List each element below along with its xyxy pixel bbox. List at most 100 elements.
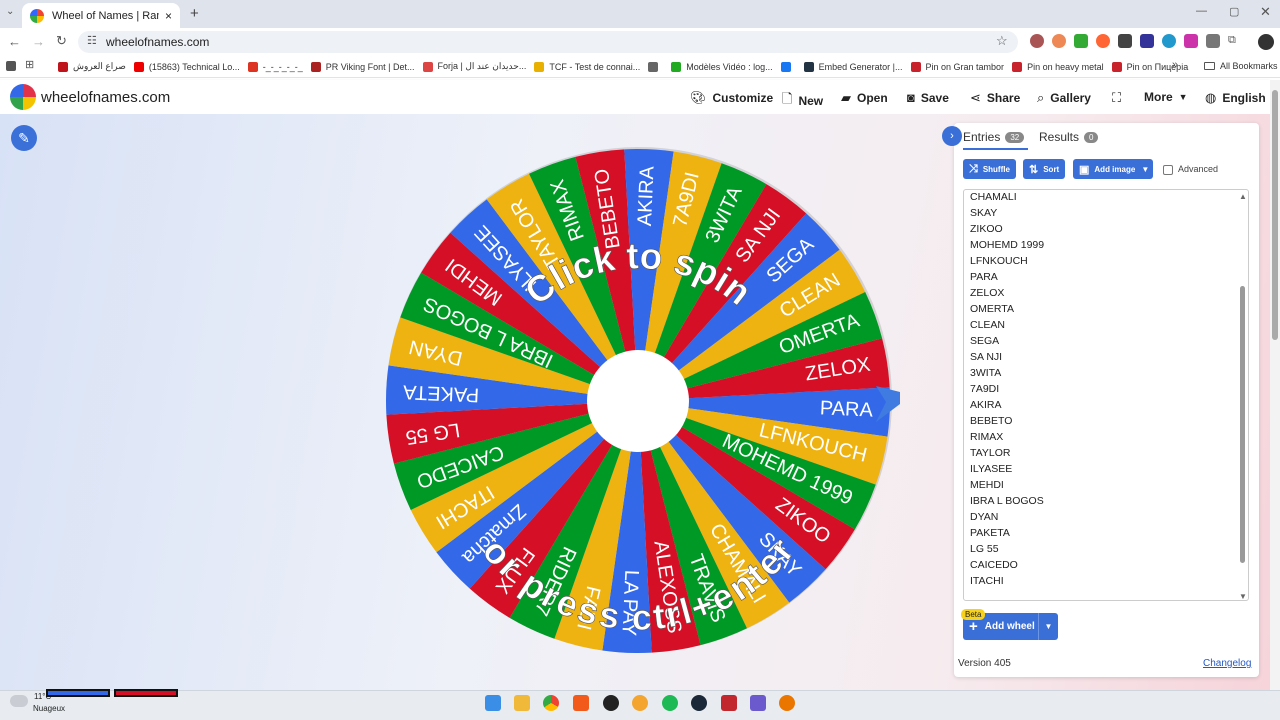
- new-button[interactable]: 🗋 New: [782, 90, 823, 112]
- fullscreen-button[interactable]: ⛶: [1112, 90, 1127, 106]
- taskbar-thumbnail[interactable]: [114, 689, 178, 697]
- bookmark-star-icon[interactable]: ☆: [996, 33, 1008, 49]
- extension-icon[interactable]: [1118, 34, 1132, 48]
- reload-icon[interactable]: ↻: [56, 33, 67, 49]
- extension-icon[interactable]: [1206, 34, 1220, 48]
- tab-close-icon[interactable]: ×: [165, 9, 172, 23]
- steam-icon[interactable]: [691, 695, 707, 711]
- edit-pencil-icon[interactable]: ✎: [11, 125, 37, 151]
- save-button[interactable]: ◙ Save: [907, 90, 949, 105]
- maximize-icon[interactable]: ▢: [1229, 5, 1239, 18]
- scroll-down-icon[interactable]: ▼: [1239, 592, 1247, 601]
- bookmark-item[interactable]: -_-_-_-_-_: [247, 61, 303, 72]
- new-tab-button[interactable]: +: [190, 5, 199, 22]
- entry-line: DYAN: [970, 511, 999, 523]
- collapse-panel-icon[interactable]: ›: [942, 126, 962, 146]
- advanced-label[interactable]: Advanced: [1178, 164, 1218, 174]
- address-bar[interactable]: ☷ wheelofnames.com ☆: [78, 31, 1018, 53]
- extension-icon[interactable]: [1162, 34, 1176, 48]
- browser-tab[interactable]: Wheel of Names | Random nam ×: [22, 3, 180, 28]
- new-file-icon: 🗋: [782, 91, 793, 106]
- app-icon[interactable]: [750, 695, 766, 711]
- bookmark-item[interactable]: [648, 61, 663, 72]
- shuffle-button[interactable]: ⤨ Shuffle: [963, 159, 1016, 179]
- extension-icon[interactable]: [1096, 34, 1110, 48]
- advanced-checkbox[interactable]: [1163, 165, 1173, 175]
- bookmark-item[interactable]: (15863) Technical Lo...: [133, 61, 240, 72]
- tab-entries[interactable]: Entries 32: [963, 130, 1025, 144]
- entry-line: PAKETA: [970, 527, 1010, 539]
- weather-cloud-icon[interactable]: [10, 695, 28, 707]
- bookmark-label: Pin on Пицерia: [1126, 61, 1189, 72]
- minimize-icon[interactable]: —: [1196, 5, 1207, 17]
- chrome-icon[interactable]: [543, 695, 559, 711]
- sort-button[interactable]: ⇅ Sort: [1023, 159, 1066, 179]
- spotify-icon[interactable]: [662, 695, 678, 711]
- changelog-link[interactable]: Changelog: [1203, 658, 1251, 669]
- file-explorer-icon[interactable]: [514, 695, 530, 711]
- bookmark-item[interactable]: PR Viking Font | Det...: [310, 61, 415, 72]
- wheel[interactable]: PARALFNKOUCHMOHEMD 1999ZIKOOSKAYCHAMALIT…: [380, 140, 900, 660]
- entries-textarea[interactable]: CHAMALI SKAY ZIKOO MOHEMD 1999 LFNKOUCH PARA Z…: [963, 189, 1249, 601]
- bookmark-label: Forja | حديدان عند ال...: [437, 61, 527, 71]
- language-label: English: [1222, 91, 1266, 105]
- taskbar-thumbnail[interactable]: [46, 689, 110, 697]
- extension-icon[interactable]: [1030, 34, 1044, 48]
- language-button[interactable]: ◍ English: [1205, 90, 1266, 106]
- avatar[interactable]: [1258, 34, 1274, 50]
- entry-line: ZELOX: [970, 287, 1005, 299]
- page-scrollbar-thumb[interactable]: [1272, 90, 1278, 340]
- extension-icon[interactable]: [1184, 34, 1198, 48]
- bookmark-item[interactable]: Modèles Vidéo : log...: [671, 61, 773, 72]
- brave-icon[interactable]: [573, 695, 589, 711]
- apps-icon[interactable]: [6, 61, 16, 71]
- tab-list-chevron-icon[interactable]: ⌄: [6, 6, 14, 17]
- window-close-icon[interactable]: ✕: [1260, 4, 1271, 20]
- open-button[interactable]: ▰ Open: [841, 90, 888, 106]
- shuffle-label: Shuffle: [982, 164, 1010, 174]
- customize-button[interactable]: 🎨︎ Customize: [690, 90, 773, 106]
- save-icon: ◙: [907, 90, 915, 105]
- address-url: wheelofnames.com: [106, 35, 210, 49]
- bookmark-favicon-icon: [422, 61, 433, 72]
- bookmark-item[interactable]: TCF - Test de connai...: [534, 61, 640, 72]
- forward-icon[interactable]: →: [32, 34, 45, 49]
- bookmark-item[interactable]: صراع العروش: [58, 61, 126, 72]
- entry-line: ILYASEE: [970, 463, 1013, 475]
- extension-icon[interactable]: [1074, 34, 1088, 48]
- puzzle-icon[interactable]: ⧉: [1228, 34, 1242, 48]
- wheel-favicon-icon: [30, 8, 44, 23]
- grid-icon[interactable]: ⊞: [25, 58, 34, 71]
- back-icon[interactable]: ←: [8, 34, 21, 49]
- add-image-button[interactable]: ▣ Add image ▼: [1073, 159, 1153, 179]
- more-bookmarks-icon[interactable]: »: [1172, 59, 1178, 71]
- bookmark-item[interactable]: Embed Generator |...: [803, 61, 903, 72]
- share-label: Share: [986, 91, 1021, 105]
- brand-title[interactable]: wheelofnames.com: [41, 89, 170, 106]
- app-icon[interactable]: [632, 695, 648, 711]
- app-icon[interactable]: [721, 695, 737, 711]
- gallery-button[interactable]: ⌕ Gallery: [1037, 90, 1091, 106]
- bookmark-item[interactable]: Pin on Gran tambor: [910, 61, 1004, 72]
- app-icon[interactable]: [603, 695, 619, 711]
- blender-icon[interactable]: [779, 695, 795, 711]
- bookmark-favicon-icon: [648, 61, 659, 72]
- bookmark-item[interactable]: Pin on heavy metal: [1012, 61, 1104, 72]
- add-wheel-dropdown-icon[interactable]: ▼: [1038, 613, 1058, 640]
- share-button[interactable]: ⋖ Share: [970, 90, 1020, 106]
- site-info-icon[interactable]: ☷: [87, 34, 97, 47]
- more-button[interactable]: More ▼: [1144, 90, 1188, 104]
- tab-results[interactable]: Results 0: [1039, 130, 1099, 144]
- entries-scrollbar-thumb[interactable]: [1240, 286, 1245, 563]
- entry-line: MOHEMD 1999: [970, 239, 1045, 251]
- wheel-center[interactable]: [587, 350, 689, 452]
- bookmark-item[interactable]: Forja | حديدان عند ال...: [422, 61, 527, 72]
- scroll-up-icon[interactable]: ▲: [1239, 192, 1247, 201]
- bookmark-item[interactable]: [780, 61, 796, 72]
- logo-icon[interactable]: [10, 84, 36, 110]
- all-bookmarks[interactable]: All Bookmarks: [1204, 61, 1278, 71]
- bookmark-label: Embed Generator |...: [818, 61, 903, 72]
- windows-start-icon[interactable]: [485, 695, 501, 711]
- extension-icon[interactable]: [1140, 34, 1154, 48]
- extension-icon[interactable]: [1052, 34, 1066, 48]
